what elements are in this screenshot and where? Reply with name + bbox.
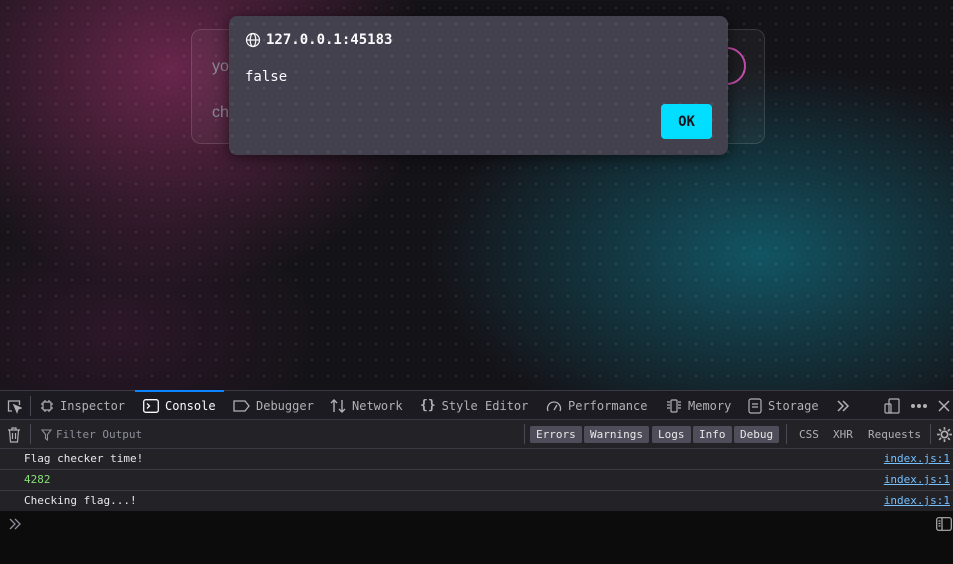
dialog-header: 127.0.0.1:45183	[245, 32, 392, 48]
console-filter-bar: Errors Warnings Logs Info Debug CSS XHR …	[0, 420, 953, 449]
gear-icon	[936, 426, 953, 443]
log-source-link[interactable]: index.js:1	[884, 449, 950, 469]
filter-divider	[786, 424, 787, 444]
filter-info-button[interactable]: Info	[693, 426, 732, 443]
console-icon	[143, 398, 159, 413]
tab-performance[interactable]: Performance	[546, 391, 647, 420]
card-text-1: yo	[212, 58, 229, 75]
tab-storage[interactable]: Storage	[748, 391, 819, 420]
close-icon	[937, 399, 951, 413]
console-settings-button[interactable]	[936, 420, 953, 449]
devtools-panel: Inspector Console Debugger Network {} St…	[0, 390, 953, 564]
dialog-origin: 127.0.0.1:45183	[266, 32, 393, 48]
inspector-icon	[40, 399, 54, 413]
memory-icon	[666, 398, 682, 413]
tab-network-label: Network	[352, 398, 403, 413]
globe-icon	[245, 32, 261, 48]
tab-style-editor[interactable]: {} Style Editor	[420, 391, 528, 420]
filter-logs-button[interactable]: Logs	[652, 426, 691, 443]
tab-network[interactable]: Network	[330, 391, 403, 420]
chevron-double-right-icon	[836, 399, 850, 413]
log-source-link[interactable]: index.js:1	[884, 491, 950, 511]
ok-button[interactable]: OK	[661, 104, 712, 139]
debugger-icon	[233, 399, 250, 412]
clear-console-button[interactable]	[7, 420, 21, 449]
filter-output-input[interactable]	[38, 424, 524, 444]
responsive-design-icon	[884, 397, 900, 414]
trash-icon	[7, 426, 21, 443]
tab-inspector[interactable]: Inspector	[40, 391, 125, 420]
close-devtools-button[interactable]	[937, 391, 951, 420]
alert-dialog: 127.0.0.1:45183 false OK	[229, 16, 728, 155]
console-input-area[interactable]	[0, 511, 953, 564]
console-log-row: 4282 index.js:1	[0, 470, 953, 491]
log-message: 4282	[24, 473, 51, 486]
filter-divider	[930, 424, 931, 444]
tab-performance-label: Performance	[568, 398, 648, 413]
filter-warnings-button[interactable]: Warnings	[584, 426, 649, 443]
performance-icon	[546, 399, 562, 413]
log-message: Checking flag...!	[24, 494, 137, 507]
console-log-row: Checking flag...! index.js:1	[0, 491, 953, 512]
card-text-2: ch	[212, 104, 229, 121]
tab-console[interactable]: Console	[135, 390, 224, 420]
log-message: Flag checker time!	[24, 452, 144, 465]
log-source-link[interactable]: index.js:1	[884, 470, 950, 490]
filter-divider	[30, 424, 31, 444]
tab-memory[interactable]: Memory	[666, 391, 731, 420]
style-editor-icon: {}	[420, 398, 436, 413]
tab-inspector-label: Inspector	[60, 398, 126, 413]
element-picker-button[interactable]	[6, 391, 22, 420]
tab-memory-label: Memory	[688, 398, 732, 413]
console-log-row: Flag checker time! index.js:1	[0, 449, 953, 470]
filter-requests-button[interactable]: Requests	[868, 426, 921, 443]
picker-icon	[6, 398, 22, 414]
devtools-toolbar: Inspector Console Debugger Network {} St…	[0, 390, 953, 420]
tab-storage-label: Storage	[768, 398, 819, 413]
page-viewport: yo ch 127.0.0.1:45183 false OK	[0, 0, 953, 390]
filter-errors-button[interactable]: Errors	[530, 426, 582, 443]
tab-debugger[interactable]: Debugger	[233, 391, 314, 420]
responsive-design-button[interactable]	[884, 391, 900, 420]
more-tabs-button[interactable]	[836, 391, 850, 420]
tab-debugger-label: Debugger	[256, 398, 314, 413]
filter-css-button[interactable]: CSS	[799, 426, 819, 443]
options-menu-button[interactable]	[910, 391, 928, 420]
filter-debug-button[interactable]: Debug	[734, 426, 780, 443]
filter-divider	[524, 424, 525, 444]
ellipsis-icon	[910, 403, 928, 409]
tab-style-editor-label: Style Editor	[441, 398, 529, 413]
toolbar-divider	[30, 396, 31, 416]
network-icon	[330, 398, 346, 414]
editor-mode-button[interactable]	[936, 517, 952, 531]
filter-xhr-button[interactable]: XHR	[833, 426, 853, 443]
dialog-message: false	[245, 69, 288, 85]
chevron-double-right-icon	[8, 518, 22, 530]
storage-icon	[748, 397, 762, 414]
tab-console-label: Console	[165, 398, 216, 413]
